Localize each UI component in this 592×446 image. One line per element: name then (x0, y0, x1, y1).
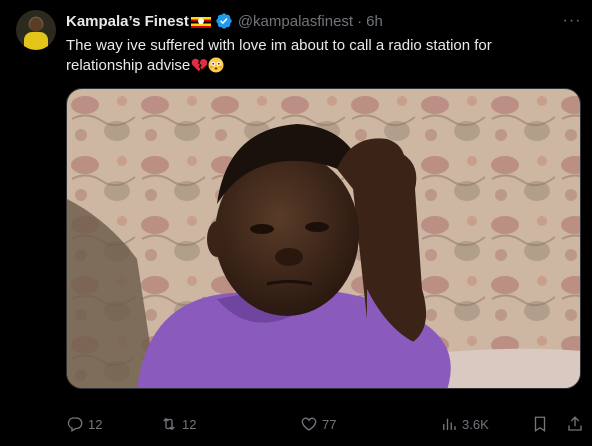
like-button[interactable]: 77 (300, 412, 336, 436)
photo-image (67, 89, 580, 388)
avatar-head (30, 18, 42, 32)
retweet-icon (163, 417, 175, 431)
share-button[interactable] (566, 412, 584, 436)
analytics-icon (443, 418, 456, 430)
more-options-icon[interactable]: ··· (562, 12, 582, 30)
tweet-text-body: The way ive suffered with love im about … (66, 37, 492, 74)
reply-icon (67, 417, 83, 432)
separator-dot: · (357, 12, 363, 30)
retweet-button[interactable]: 12 (160, 412, 196, 436)
tweet[interactable]: Kampala’s Finest @kampalasfinest · 6h ··… (0, 0, 592, 446)
views-count: 3.6K (462, 416, 489, 432)
tweet-time[interactable]: 6h (366, 13, 383, 30)
bookmark-icon (534, 416, 546, 433)
tweet-actions: 12 12 77 3.6K (66, 412, 586, 436)
heart-icon (301, 417, 317, 431)
tweet-photo[interactable] (66, 88, 581, 389)
author-name[interactable]: Kampala’s Finest (66, 13, 189, 30)
avatar-shirt (24, 32, 48, 50)
author-handle[interactable]: @kampalasfinest (238, 13, 353, 30)
share-icon (568, 416, 582, 431)
views-button[interactable]: 3.6K (440, 412, 489, 436)
tweet-header: Kampala’s Finest @kampalasfinest · 6h (66, 11, 383, 31)
reply-count: 12 (88, 416, 103, 432)
reply-button[interactable]: 12 (66, 412, 102, 436)
flushed-face-emoji (208, 57, 224, 73)
avatar[interactable] (16, 10, 56, 50)
like-count: 77 (322, 416, 337, 432)
broken-heart-emoji (191, 58, 208, 72)
retweet-count: 12 (182, 416, 197, 432)
uganda-flag-icon (190, 14, 211, 28)
verified-badge-icon[interactable] (215, 12, 233, 30)
bookmark-button[interactable] (531, 412, 549, 436)
tweet-text: The way ive suffered with love im about … (66, 36, 566, 76)
